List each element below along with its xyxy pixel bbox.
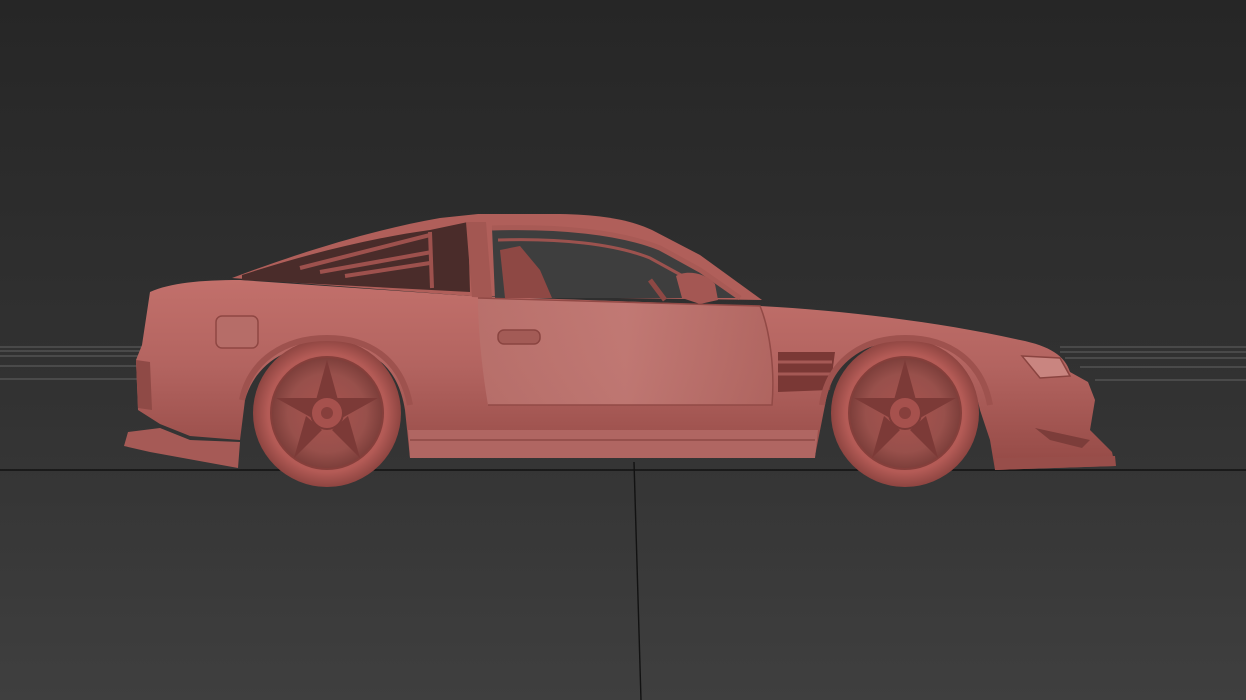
fuel-door (215, 315, 259, 349)
door-handle (497, 329, 541, 345)
rear-bumper (136, 360, 152, 410)
rear-wheel (253, 339, 401, 487)
door-panel (478, 298, 773, 405)
side-skirt (408, 430, 818, 458)
3d-viewport[interactable] (0, 0, 1246, 700)
front-wheel (831, 339, 979, 487)
viewport-canvas (0, 0, 1246, 700)
